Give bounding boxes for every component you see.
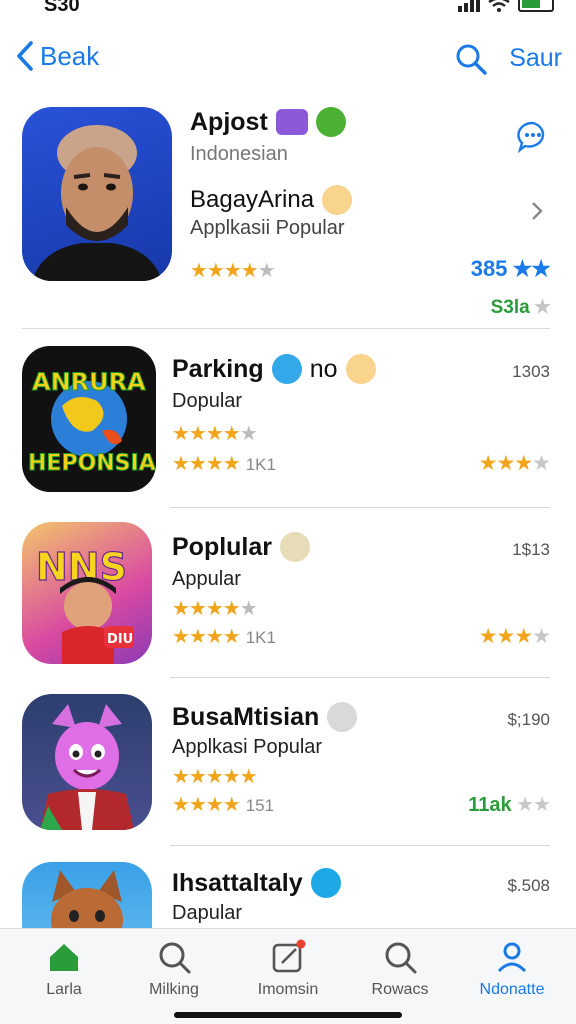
tab-label: Larla: [46, 981, 82, 998]
tab-bar: Larla Milking Imomsin Rowacs Ndonatte: [0, 928, 576, 1024]
back-button[interactable]: Beak: [14, 40, 99, 72]
rating-stars: ★★★★★: [190, 260, 276, 282]
app-meta-value: 1303: [512, 362, 550, 381]
tab-search[interactable]: Milking: [124, 939, 224, 999]
rating-stars: ★★★★★: [172, 598, 258, 620]
app-title-text: Apjost: [190, 107, 268, 136]
tab-reviews[interactable]: Rowacs: [350, 939, 450, 999]
icon-text-bottom: DIU: [107, 632, 133, 647]
app-meta-value: $;190: [507, 710, 550, 729]
chevron-left-icon: [17, 41, 33, 71]
home-icon: [50, 944, 78, 971]
battery-icon: [518, 0, 554, 12]
right-rating: 385 ★★: [470, 256, 551, 281]
app-icon-animal: [22, 862, 152, 930]
search-icon: [159, 942, 191, 974]
right-rating-value: 11ak: [468, 794, 512, 816]
app-subtitle: Appular: [172, 568, 241, 590]
emoji-icon: [280, 532, 311, 562]
right-rating: 11ak ★★: [468, 794, 551, 816]
info-icon: [327, 702, 358, 732]
right-rating: ★★★★: [478, 452, 551, 475]
search-icon[interactable]: [454, 42, 488, 76]
app-icon-globe: ANRURA HEPONSIA: [22, 346, 156, 492]
app-icon-cartoon: [22, 694, 152, 830]
rating-stars: ★★★★★: [172, 423, 258, 445]
app-title: Apjost: [190, 107, 346, 137]
list-item[interactable]: Ihsattaltaly $.508 Dapular: [0, 860, 576, 930]
rating-stars-secondary: ★★★★ 1K1: [172, 453, 276, 475]
rating-count: 1K1: [245, 628, 276, 647]
rating-stars-secondary: ★★★★ 1K1: [172, 626, 276, 648]
status-time: S30: [44, 0, 80, 16]
app-meta-value: 1$13: [512, 540, 550, 559]
app-subtitle: Indonesian: [190, 143, 288, 165]
app-title: Poplular: [172, 532, 311, 562]
app-title: BusaMtisian: [172, 702, 358, 732]
home-indicator: [174, 1012, 402, 1018]
tab-label: Imomsin: [257, 981, 319, 998]
message-icon[interactable]: [516, 120, 550, 154]
tab-home[interactable]: Larla: [14, 939, 114, 999]
app-title-text: Parking: [172, 354, 264, 383]
right-rating-value: 385: [470, 256, 508, 281]
divider: [170, 845, 550, 846]
app-subtitle: Dapular: [172, 902, 243, 924]
tab-label: Rowacs: [371, 981, 429, 998]
navigation-bar: Beak Saur: [0, 38, 576, 80]
nav-right-button[interactable]: Saur: [509, 44, 562, 73]
app-badge-icon: [275, 109, 308, 135]
status-bar: S30: [0, 0, 576, 22]
divider: [170, 507, 550, 508]
smile-icon: [271, 354, 302, 384]
list-item[interactable]: ANRURA HEPONSIA Parking no 1303 Dopular …: [0, 340, 576, 500]
app-secondary-title-text: BagayArina: [190, 186, 315, 213]
app-subtitle: Dopular: [172, 390, 243, 412]
emoji-icon: [345, 354, 376, 384]
app-icon-avatar: [22, 107, 172, 281]
app-title: Parking no: [172, 354, 376, 384]
search-icon: [385, 942, 417, 974]
person-icon: [497, 942, 527, 973]
app-secondary-subtitle: Applkasii Popular: [190, 217, 345, 239]
icon-text-bottom: HEPONSIA: [28, 451, 156, 476]
signal-icon: [458, 0, 480, 12]
rating-stars: ★★★★★: [172, 766, 258, 788]
right-rating: ★★★★: [478, 625, 551, 648]
app-secondary-title: BagayArina: [190, 185, 353, 215]
app-title: Ihsattaltaly: [172, 868, 341, 898]
app-subtitle: Applkasi Popular: [172, 736, 323, 758]
verified-icon: [310, 868, 341, 898]
tab-label: Milking: [149, 981, 199, 998]
extra-rating: S3la ★: [490, 297, 551, 318]
emoji-icon: [322, 185, 353, 215]
list-item[interactable]: Apjost Indonesian BagayArina Applkasii P…: [0, 100, 576, 330]
divider: [170, 677, 550, 678]
wifi-icon: [488, 0, 510, 12]
extra-rating-value: S3la: [490, 297, 530, 318]
rating-stars-secondary: ★★★★ 151: [172, 794, 275, 816]
app-title-suffix: no: [309, 354, 338, 383]
divider: [22, 328, 550, 329]
icon-text-top: ANRURA: [32, 368, 146, 396]
rating-count: 1K1: [245, 455, 276, 474]
chat-bubble-icon: [315, 107, 346, 137]
status-icons: [458, 0, 554, 12]
app-meta-value: $.508: [507, 876, 550, 895]
back-label: Beak: [40, 40, 100, 71]
list-item[interactable]: BusaMtisian $;190 Applkasi Popular ★★★★★…: [0, 690, 576, 850]
app-title-text: Poplular: [172, 532, 273, 561]
tab-label: Ndonatte: [479, 981, 545, 998]
tab-profile[interactable]: Ndonatte: [462, 939, 562, 999]
list-item[interactable]: NNS DIU Poplular 1$13 Appular ★★★★★ ★★★★…: [0, 520, 576, 680]
app-icon-character: NNS DIU: [22, 522, 152, 664]
tab-edit[interactable]: Imomsin: [238, 939, 338, 999]
edit-icon: [272, 939, 306, 973]
chevron-right-icon[interactable]: [530, 200, 544, 222]
app-title-text: Ihsattaltaly: [172, 868, 303, 897]
rating-count: 151: [245, 796, 275, 815]
app-title-text: BusaMtisian: [172, 702, 320, 731]
